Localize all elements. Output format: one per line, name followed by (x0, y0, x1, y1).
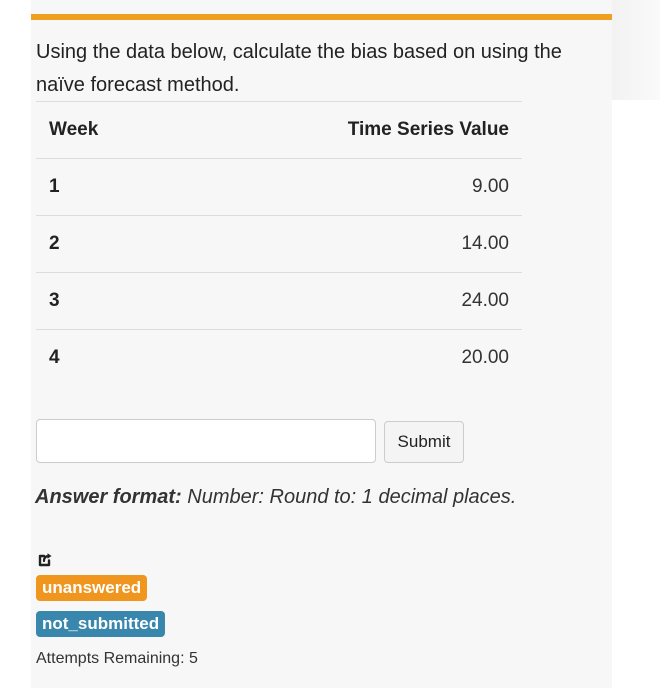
status-badge-unanswered: unanswered (36, 575, 148, 601)
answer-format: Answer format: Number: Round to: 1 decim… (35, 486, 516, 509)
table-row: 4 20.00 (36, 329, 522, 386)
value-cell: 24.00 (175, 272, 522, 330)
table-row: 3 24.00 (36, 272, 522, 330)
answer-input[interactable] (36, 419, 376, 463)
week-cell: 4 (36, 329, 176, 386)
week-cell: 3 (36, 272, 176, 330)
table-row: 1 9.00 (36, 158, 522, 216)
table-header-row: Week Time Series Value (36, 101, 522, 159)
answer-format-text: Number: Round to: 1 decimal places. (187, 486, 517, 508)
question-text: Using the data below, calculate the bias… (36, 41, 562, 96)
accent-bar (31, 14, 612, 20)
data-table: Week Time Series Value 1 9.00 2 14.00 3 … (36, 101, 522, 386)
value-cell: 9.00 (175, 158, 522, 216)
background-shade (612, 0, 660, 100)
value-cell: 20.00 (175, 329, 522, 386)
status-badge-not-submitted: not_submitted (36, 611, 166, 637)
submit-button[interactable]: Submit (384, 421, 464, 463)
share-icon[interactable] (36, 551, 54, 569)
column-header-value: Time Series Value (175, 101, 522, 159)
question-panel: Using the data below, calculate the bias… (31, 0, 612, 688)
value-cell: 14.00 (175, 215, 522, 273)
column-header-week: Week (36, 101, 176, 159)
week-cell: 2 (36, 215, 176, 273)
attempts-remaining: Attempts Remaining: 5 (36, 650, 198, 667)
answer-format-label: Answer format: (35, 486, 182, 508)
week-cell: 1 (36, 158, 176, 216)
table-row: 2 14.00 (36, 215, 522, 273)
